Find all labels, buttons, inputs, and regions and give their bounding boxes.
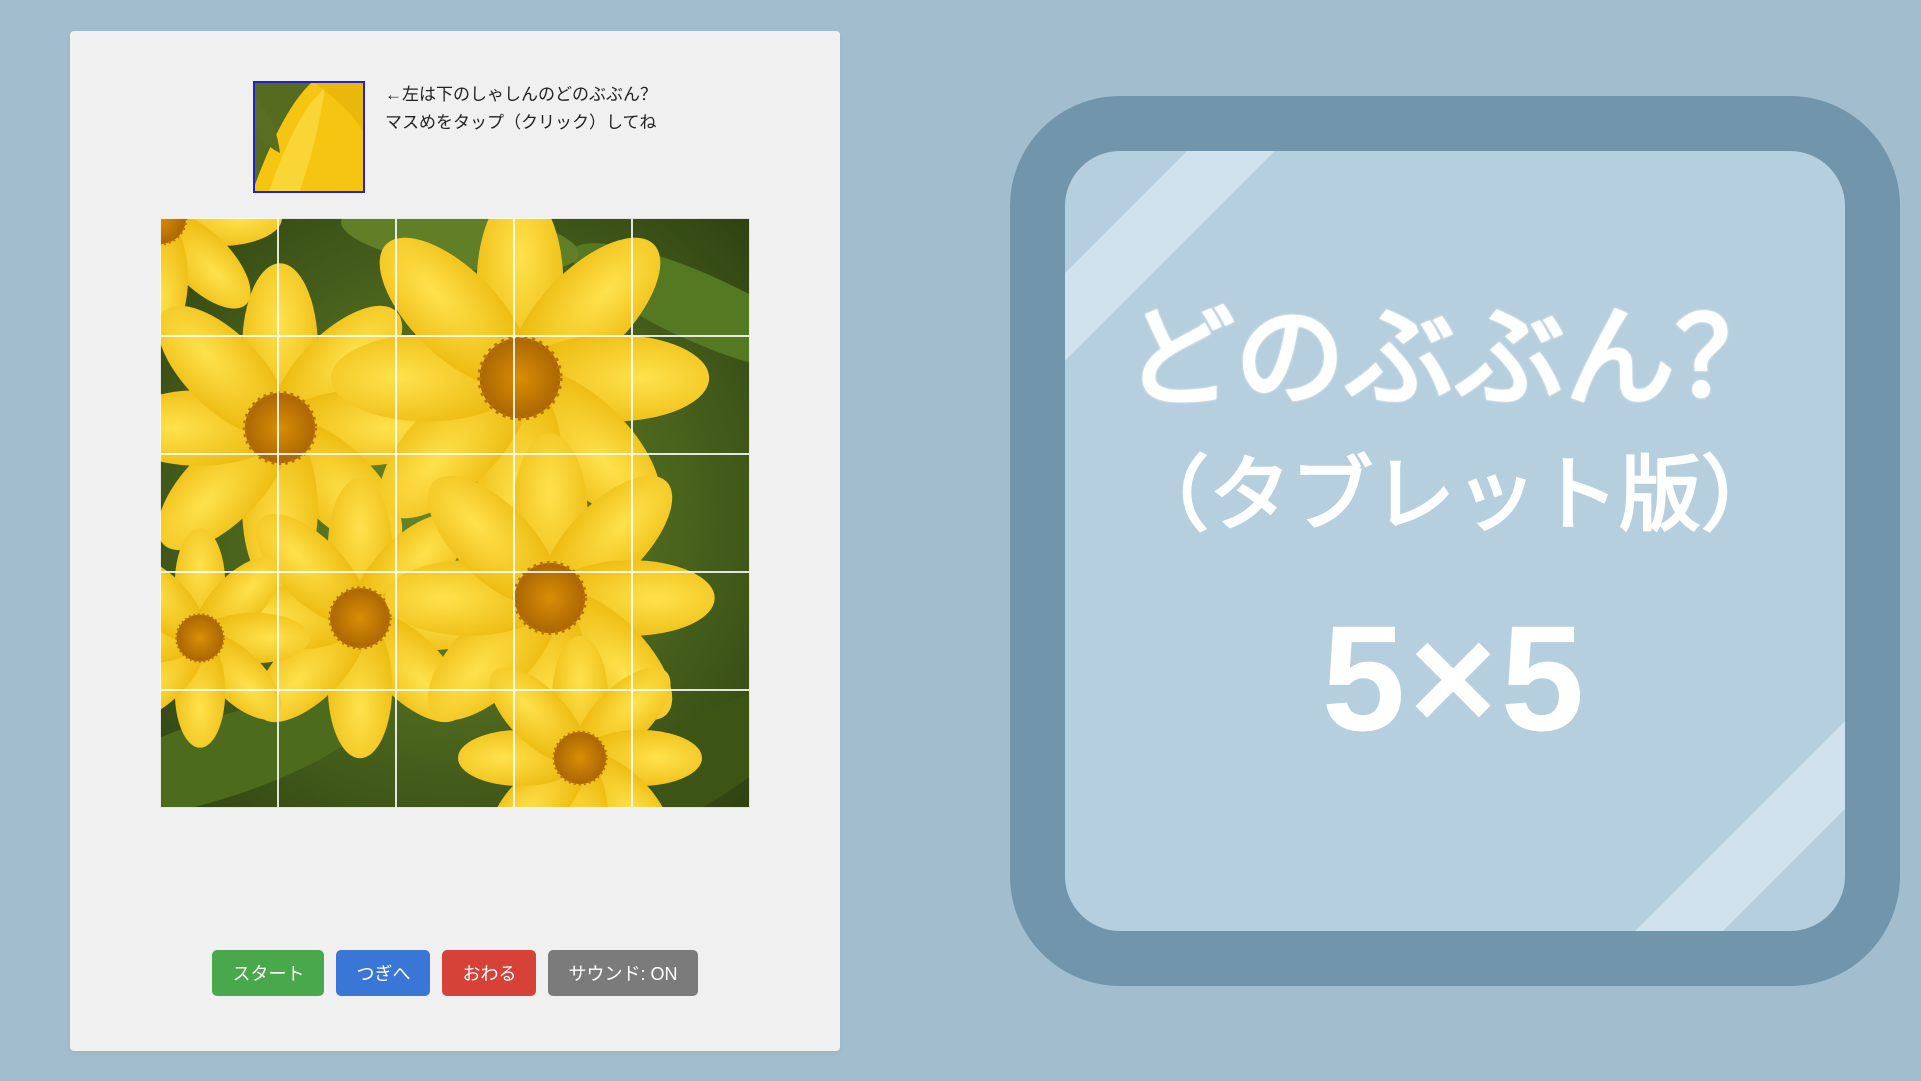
grid-cell[interactable]	[160, 336, 278, 454]
grid-overlay	[160, 218, 750, 808]
stripe-bottom-right	[1609, 688, 1900, 985]
main-photo	[160, 218, 750, 808]
game-subtitle: （タブレット版）	[1127, 428, 1783, 547]
end-button[interactable]: おわる	[442, 950, 536, 996]
title-card: どのぶぶん？ （タブレット版） 5×5	[1010, 96, 1900, 986]
grid-cell[interactable]	[396, 690, 514, 808]
grid-cell[interactable]	[396, 572, 514, 690]
hint-row: ←左は下のしゃしんのどのぶぶん？ マスめをタップ（クリック）してね	[253, 81, 657, 193]
grid-cell[interactable]	[396, 454, 514, 572]
hint-text: ←左は下のしゃしんのどのぶぶん？ マスめをタップ（クリック）してね	[385, 81, 657, 139]
grid-cell[interactable]	[632, 454, 750, 572]
next-button[interactable]: つぎへ	[336, 950, 430, 996]
hint-thumbnail	[253, 81, 365, 193]
grid-cell[interactable]	[514, 454, 632, 572]
grid-cell[interactable]	[278, 218, 396, 336]
grid-cell[interactable]	[514, 690, 632, 808]
grid-cell[interactable]	[278, 454, 396, 572]
grid-cell[interactable]	[632, 690, 750, 808]
grid-cell[interactable]	[632, 572, 750, 690]
grid-cell[interactable]	[396, 336, 514, 454]
flower-crop-icon	[255, 83, 365, 193]
sound-toggle-button[interactable]: サウンド: ON	[548, 950, 697, 996]
grid-cell[interactable]	[278, 572, 396, 690]
grid-cell[interactable]	[160, 218, 278, 336]
grid-cell[interactable]	[278, 690, 396, 808]
button-row: スタート つぎへ おわる サウンド: ON	[212, 950, 697, 996]
grid-cell[interactable]	[514, 218, 632, 336]
hint-line1: ←左は下のしゃしんのどのぶぶん？	[385, 85, 657, 104]
hint-line2: マスめをタップ（クリック）してね	[385, 113, 657, 132]
game-title: どのぶぶん？	[1125, 296, 1785, 423]
grid-cell[interactable]	[514, 572, 632, 690]
start-button[interactable]: スタート	[212, 950, 324, 996]
grid-cell[interactable]	[160, 690, 278, 808]
grid-cell[interactable]	[160, 454, 278, 572]
grid-cell[interactable]	[632, 336, 750, 454]
grid-size-label: 5×5	[1322, 592, 1588, 765]
grid-cell[interactable]	[514, 336, 632, 454]
grid-cell[interactable]	[160, 572, 278, 690]
game-panel: ←左は下のしゃしんのどのぶぶん？ マスめをタップ（クリック）してね	[70, 31, 840, 1051]
grid-cell[interactable]	[396, 218, 514, 336]
grid-cell[interactable]	[632, 218, 750, 336]
grid-cell[interactable]	[278, 336, 396, 454]
